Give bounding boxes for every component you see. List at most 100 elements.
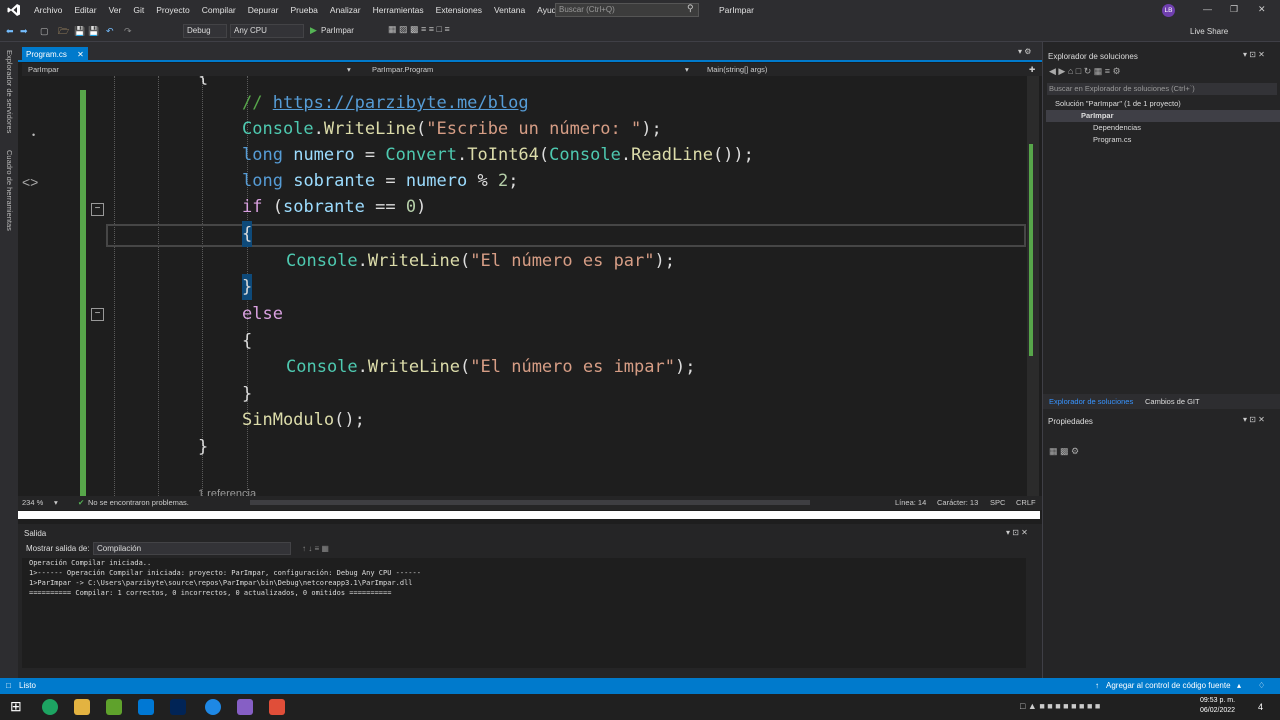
tray-icons[interactable]: □ ▲ ■ ■ ■ ■ ■ ■ ■ ■ xyxy=(1020,701,1100,711)
file-explorer-icon[interactable] xyxy=(74,699,90,715)
visual-studio-icon[interactable] xyxy=(237,699,253,715)
dependencies-node[interactable]: Dependencias xyxy=(1093,123,1141,132)
windows-start-icon[interactable]: ⊞ xyxy=(10,698,22,715)
menu-editar[interactable]: Editar xyxy=(68,5,102,15)
menu-extensiones[interactable]: Extensiones xyxy=(430,5,488,15)
menu-analizar[interactable]: Analizar xyxy=(324,5,367,15)
editor-vertical-scrollbar[interactable] xyxy=(1027,76,1039,496)
token: "El número es impar" xyxy=(470,357,675,377)
solution-explorer-panel: Explorador de soluciones ▾ ⊡ ✕ ◀ ▶ ⌂ □ ↻… xyxy=(1042,42,1280,678)
tab-git-changes[interactable]: Cambios de GIT xyxy=(1145,397,1200,406)
menu-ver[interactable]: Ver xyxy=(103,5,128,15)
token: Console xyxy=(549,145,621,165)
solution-search-input[interactable]: Buscar en Explorador de soluciones (Ctrl… xyxy=(1047,83,1277,95)
properties-controls-icon[interactable]: ▾ ⊡ ✕ xyxy=(1243,415,1265,424)
collapse-icon[interactable]: − xyxy=(91,308,104,321)
nav-class-select[interactable]: ParImpar.Program xyxy=(372,63,433,76)
output-source-select[interactable]: Compilación xyxy=(93,542,291,555)
user-avatar[interactable]: LB xyxy=(1162,4,1175,17)
clock-date[interactable]: 06/02/2022 xyxy=(1200,707,1235,714)
tab-program-cs[interactable]: Program.cs ✕ xyxy=(22,47,88,62)
server-explorer-tab[interactable]: Explorador de servidores xyxy=(5,50,14,133)
token: ()); xyxy=(712,145,754,165)
output-text[interactable]: Operación Compilar iniciada.. 1>------ Op… xyxy=(22,558,1026,668)
zoom-dropdown-icon[interactable]: ▾ xyxy=(54,498,58,507)
chrome-icon[interactable] xyxy=(42,699,58,715)
horizontal-scrollbar[interactable] xyxy=(250,500,810,505)
save-icon[interactable]: 💾 xyxy=(74,24,85,38)
program-cs-node[interactable]: Program.cs xyxy=(1093,135,1131,144)
notification-bell-icon[interactable]: ♢ xyxy=(1258,681,1265,690)
search-icon[interactable]: ⚲ xyxy=(687,3,694,14)
project-node[interactable]: ParImpar xyxy=(1081,111,1114,120)
clock-time[interactable]: 09:53 p. m. xyxy=(1200,697,1235,704)
bullet-marker: • xyxy=(32,130,36,140)
split-editor-icon[interactable]: ✚ xyxy=(1029,63,1035,76)
start-debug-button[interactable]: ParImpar xyxy=(321,26,354,35)
problems-status[interactable]: No se encontraron problemas. xyxy=(88,498,189,507)
browser-icon[interactable] xyxy=(205,699,221,715)
redo-icon[interactable]: ↷ xyxy=(124,24,132,38)
powershell-icon[interactable] xyxy=(170,699,186,715)
solution-toolbar-icons[interactable]: ◀ ▶ ⌂ □ ↻ ▦ ≡ ⚙ xyxy=(1049,66,1121,77)
visual-studio-logo-icon[interactable] xyxy=(0,0,28,20)
forward-icon[interactable]: ➡ xyxy=(20,24,28,38)
panel-controls-icon[interactable]: ▾ ⊡ ✕ xyxy=(1243,50,1265,59)
menu-herramientas[interactable]: Herramientas xyxy=(367,5,430,15)
status-ready: Listo xyxy=(19,681,36,690)
token: WriteLine xyxy=(367,251,461,271)
output-toolbar-icons[interactable]: ↑ ↓ ≡ ▦ xyxy=(302,544,329,553)
code-line: { xyxy=(198,76,209,87)
source-control-button[interactable]: Agregar al control de código fuente xyxy=(1106,681,1231,690)
vscode-icon[interactable] xyxy=(138,699,154,715)
toolbox-tab[interactable]: Cuadro de herramientas xyxy=(5,150,14,231)
nav-project-select[interactable]: ParImpar xyxy=(28,63,59,76)
chevron-up-icon[interactable]: ▴ xyxy=(1237,681,1241,690)
search-input[interactable]: Buscar (Ctrl+Q) xyxy=(555,3,699,17)
save-all-icon[interactable]: 💾 xyxy=(88,24,99,38)
close-icon[interactable]: ✕ xyxy=(1258,4,1266,15)
nav-dropdown-icon[interactable]: ▾ xyxy=(685,63,689,76)
collapse-icon[interactable]: − xyxy=(91,203,104,216)
minimize-icon[interactable]: — xyxy=(1203,4,1212,14)
back-icon[interactable]: ⬅ xyxy=(6,24,14,38)
open-folder-icon[interactable]: 🗁 xyxy=(58,24,69,38)
toolbar-icon-group[interactable]: ▦ ▨ ▩ ≡ ≡ □ ≡ xyxy=(388,24,450,35)
token: ( xyxy=(538,145,550,165)
new-project-icon[interactable]: ▢ xyxy=(40,24,49,38)
token: ); xyxy=(641,119,662,139)
menu-compilar[interactable]: Compilar xyxy=(196,5,242,15)
nav-member-select[interactable]: Main(string[] args) xyxy=(707,63,767,76)
app-icon[interactable] xyxy=(269,699,285,715)
menu-git[interactable]: Git xyxy=(127,5,150,15)
configuration-select[interactable]: Debug xyxy=(183,24,227,38)
menu-depurar[interactable]: Depurar xyxy=(242,5,285,15)
blog-link[interactable]: https://parzibyte.me/blog xyxy=(273,93,529,113)
maximize-icon[interactable]: ❐ xyxy=(1230,4,1238,15)
start-debug-icon[interactable]: ▶ xyxy=(310,25,317,36)
zoom-level[interactable]: 234 % xyxy=(22,498,43,507)
live-share-button[interactable]: Live Share xyxy=(1190,27,1228,36)
nav-dropdown-icon[interactable]: ▾ xyxy=(347,63,351,76)
spacing-indicator[interactable]: SPC xyxy=(990,498,1005,507)
line-ending-indicator[interactable]: CRLF xyxy=(1016,498,1036,507)
references-codelens[interactable]: 1 referencia xyxy=(198,488,256,496)
undo-icon[interactable]: ↶ xyxy=(106,24,114,38)
token: "El número es par" xyxy=(470,251,655,271)
menu-ventana[interactable]: Ventana xyxy=(488,5,531,15)
tab-dropdown-icon[interactable]: ▾ ⚙ xyxy=(1018,47,1031,56)
notification-count[interactable]: 4 xyxy=(1258,702,1263,712)
panel-splitter[interactable] xyxy=(18,511,1040,519)
menu-prueba[interactable]: Prueba xyxy=(284,5,323,15)
close-tab-icon[interactable]: ✕ xyxy=(77,50,84,59)
app-icon[interactable] xyxy=(106,699,122,715)
tab-solution-explorer[interactable]: Explorador de soluciones xyxy=(1049,397,1133,406)
platform-select[interactable]: Any CPU xyxy=(230,24,304,38)
code-editor[interactable]: • <> − − { // https://parzibyte.me/blog … xyxy=(22,76,1027,496)
properties-toolbar-icons[interactable]: ▦ ▩ ⚙ xyxy=(1049,446,1079,457)
code-line: } xyxy=(198,437,209,457)
solution-node[interactable]: Solución "ParImpar" (1 de 1 proyecto) xyxy=(1055,99,1181,108)
menu-proyecto[interactable]: Proyecto xyxy=(150,5,196,15)
menu-archivo[interactable]: Archivo xyxy=(28,5,68,15)
output-pin-icon[interactable]: ▾ ⊡ ✕ xyxy=(1006,528,1028,537)
